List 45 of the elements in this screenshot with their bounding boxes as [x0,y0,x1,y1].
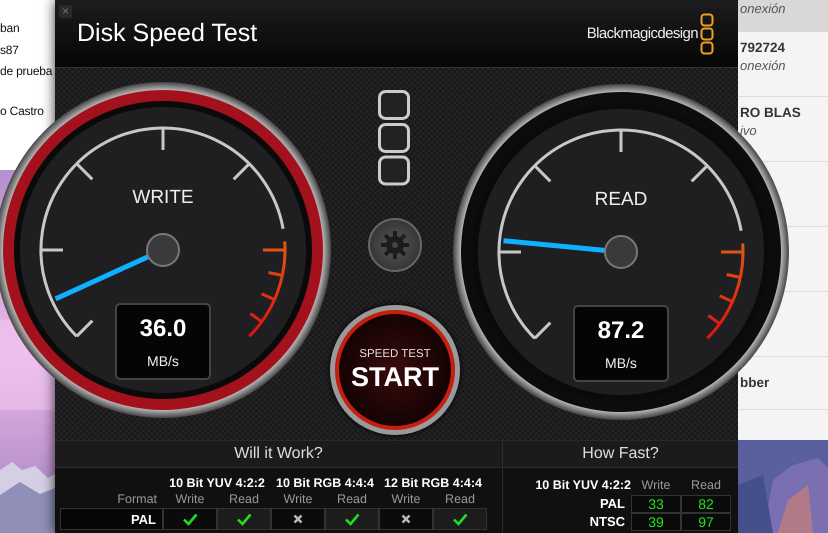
gauge-label: WRITE [132,187,194,209]
column-header: Read [445,492,475,506]
list-subtitle: ivo [740,123,758,138]
table-cell: 33 [631,495,681,513]
gauge-label: READ [594,189,648,211]
column-header: Write [392,492,420,506]
column-group-header: 10 Bit YUV 4:2:2 [535,478,631,492]
list-text: ban [0,20,20,37]
column-header: Write [176,492,204,506]
column-header: Read [229,492,259,506]
section-title: How Fast? [582,445,659,463]
list-text: o Castro [0,102,45,120]
speed-value: 36.0 [140,315,186,343]
column-group-header: 12 Bit RGB 4:4:4 [384,476,482,490]
row-label: PAL [600,495,625,513]
window-title: Disk Speed Test [77,19,258,48]
table-cell: PAL [60,508,163,530]
needle-hub [604,235,638,269]
three-squares-icon [700,12,714,54]
section-title: Will it Work? [234,445,323,463]
column-group-header: 10 Bit RGB 4:4:4 [276,476,374,490]
list-title: bber [740,375,770,390]
speed-unit: MB/s [605,355,637,371]
table-cell: 39 [631,513,681,531]
three-squares-icon [377,89,411,186]
speed-value: 87.2 [598,317,644,345]
needle-hub [146,233,180,267]
table-cell: 97 [681,513,731,531]
settings-icon [380,230,410,260]
list-subtitle: onexión [740,1,787,16]
list-subtitle: onexión [740,58,787,73]
column-header: Format [117,492,157,506]
column-header: Read [337,492,367,506]
column-header: Write [284,492,312,506]
brand-name: Blackmagicdesign [586,25,698,42]
list-text: s87 [0,42,20,58]
speed-unit: MB/s [147,353,179,369]
list-text: de prueba [0,63,54,80]
column-header: Write [642,478,670,494]
row-label: NTSC [590,513,625,531]
column-header: Read [691,478,721,494]
list-title: RO BLAS [740,105,802,120]
column-group-header: 10 Bit YUV 4:2:2 [169,476,265,490]
table-cell: 82 [681,495,731,513]
list-title: 792724 [740,40,786,55]
